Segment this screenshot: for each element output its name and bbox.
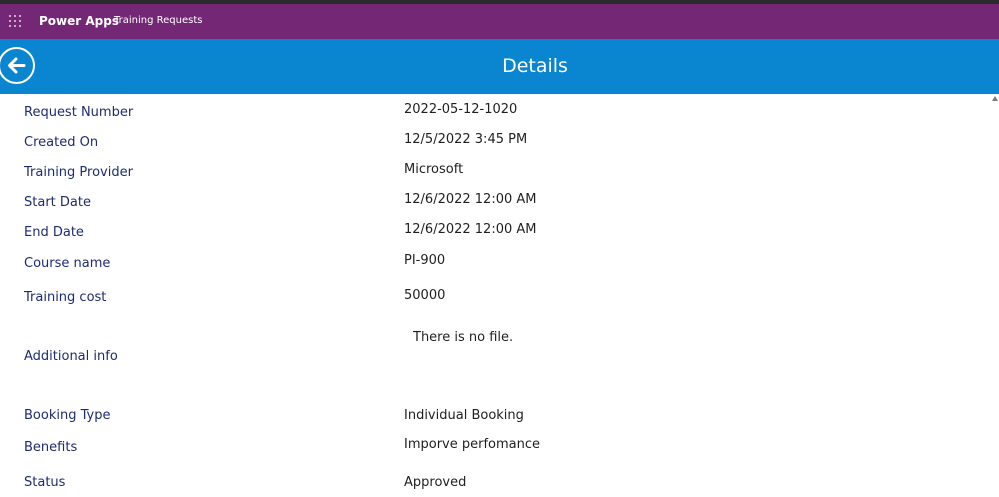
scrollbar[interactable] (992, 96, 999, 497)
field-label: End Date (24, 225, 84, 240)
field-value: 50000 (404, 288, 446, 303)
field-label: Created On (24, 135, 99, 150)
field-value: Microsoft (404, 162, 464, 177)
field-label: Additional info (24, 349, 118, 364)
page-title: Details (502, 55, 568, 77)
attachment-empty-message: There is no file. (413, 330, 514, 345)
app-bar: Power Apps Training Requests (0, 4, 999, 39)
field-label: Training cost (24, 290, 107, 305)
details-header: Details (0, 39, 999, 94)
field-value: 12/6/2022 12:00 AM (404, 222, 537, 237)
field-label: Status (24, 475, 66, 490)
field-label: Training Provider (24, 165, 133, 180)
field-label: Booking Type (24, 408, 111, 423)
field-value: PI-900 (404, 253, 446, 268)
waffle-icon[interactable] (9, 15, 23, 29)
field-label: Course name (24, 256, 111, 271)
scroll-up-arrow-icon[interactable] (992, 96, 998, 101)
field-value: Individual Booking (404, 408, 524, 423)
field-value: Imporve perfomance (404, 437, 541, 452)
status-value: Approved (404, 475, 467, 490)
field-label: Request Number (24, 105, 134, 120)
field-label: Benefits (24, 440, 78, 455)
field-value: 12/5/2022 3:45 PM (404, 132, 528, 147)
field-value: 2022-05-12-1020 (404, 102, 518, 117)
field-value: 12/6/2022 12:00 AM (404, 192, 537, 207)
field-label: Start Date (24, 195, 91, 210)
app-title: Training Requests (114, 15, 203, 26)
app-name[interactable]: Power Apps (39, 14, 119, 28)
